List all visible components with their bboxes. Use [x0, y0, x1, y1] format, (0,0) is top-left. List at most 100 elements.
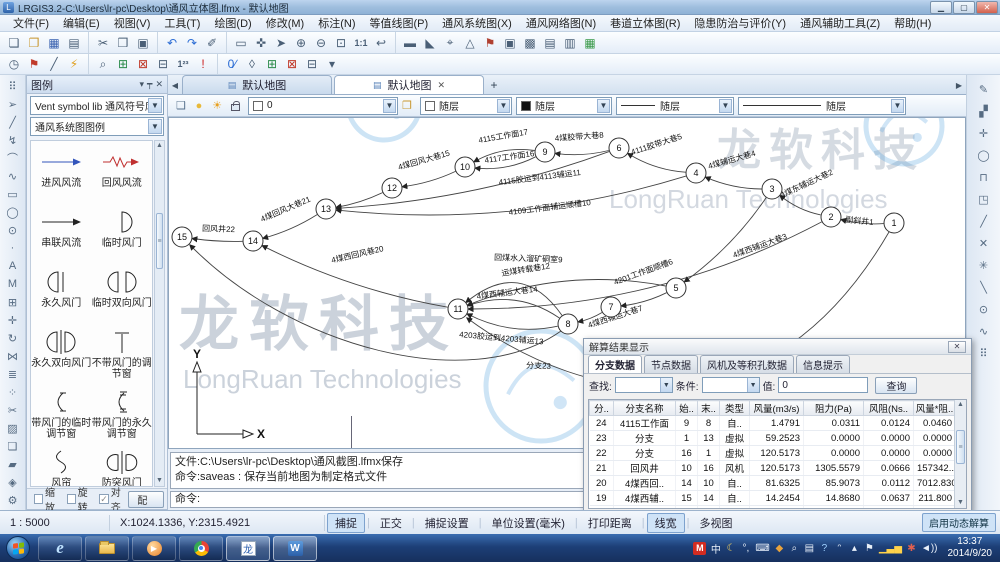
junction-node-10[interactable]: 10	[455, 157, 475, 177]
print-icon[interactable]: ▤	[65, 34, 83, 52]
table-row[interactable]: 244115工作面98自..1.47910.03110.01240.0460	[590, 416, 956, 431]
taskbar-app-word[interactable]: W	[273, 536, 317, 561]
null-slash-icon[interactable]: 0∕	[223, 55, 241, 73]
junction-node-14[interactable]: 14	[243, 231, 263, 251]
taskbar-app-lrgis[interactable]: 龙	[226, 536, 270, 561]
snap-tool-icon[interactable]: ◈	[3, 473, 23, 491]
color-select[interactable]: 随层 ▼	[420, 97, 512, 115]
paste-icon[interactable]: ▣	[134, 34, 152, 52]
chevron-down-icon[interactable]: ▼	[597, 99, 610, 113]
legend-category-select[interactable]: 通风系统图图例 ▼	[30, 117, 164, 136]
chevron-down-icon[interactable]: ▼	[719, 99, 732, 113]
taskbar-app-chrome[interactable]	[179, 536, 223, 561]
legend-scrollbar[interactable]: ▲ ≡ ▼	[154, 140, 165, 487]
column-header[interactable]: 类型	[720, 401, 750, 416]
taskbar-clock[interactable]: 13:37 2014/9/20	[944, 536, 1000, 560]
results-dialog-titlebar[interactable]: 解算结果显示 ✕	[584, 339, 971, 355]
circle-draw-tool-icon[interactable]: ◯	[974, 144, 994, 166]
ellipse-tool-icon[interactable]: ⊙	[3, 221, 23, 239]
zoom-out-icon[interactable]: ⊖	[312, 34, 330, 52]
break-tool-icon[interactable]: ✕	[974, 232, 994, 254]
dialog-tab-1[interactable]: 分支数据	[588, 355, 642, 373]
config-button[interactable]: 配置	[128, 491, 164, 508]
tray-punct-icon[interactable]: °,	[740, 543, 751, 554]
column-header[interactable]: 风量(m3/s)	[750, 401, 804, 416]
condition-select[interactable]: ▼	[702, 377, 760, 393]
chevron-down-icon[interactable]: ▼	[383, 99, 396, 113]
menu-item-3[interactable]: 视图(V)	[107, 14, 158, 32]
pointer-icon[interactable]: ➤	[272, 34, 290, 52]
results-scrollbar[interactable]: ▲ ≡ ▼	[954, 400, 966, 508]
menu-item-7[interactable]: 标注(N)	[311, 14, 362, 32]
query-button[interactable]: 查询	[875, 377, 917, 394]
config-tool-icon[interactable]: ⚙	[3, 491, 23, 509]
symbol-library-select[interactable]: Vent symbol lib 通风符号库 ▼	[30, 96, 164, 115]
menu-item-4[interactable]: 工具(T)	[157, 14, 207, 32]
select-subtract-icon[interactable]: ⊠	[134, 55, 152, 73]
cut-icon[interactable]: ✂	[94, 34, 112, 52]
dialog-close-icon[interactable]: ✕	[948, 341, 966, 353]
start-button[interactable]	[6, 536, 30, 560]
region-subtract-icon[interactable]: ⊠	[283, 55, 301, 73]
arc-tool-icon[interactable]: ⌒	[3, 149, 23, 167]
redo-icon[interactable]: ↷	[183, 34, 201, 52]
scroll-up-icon[interactable]: ▲	[155, 141, 164, 151]
bring-to-front-icon[interactable]: ▣	[501, 34, 519, 52]
pointer-tool-icon[interactable]: ➢	[3, 95, 23, 113]
junction-node-2[interactable]: 2	[821, 207, 841, 227]
menu-item-1[interactable]: 文件(F)	[6, 14, 56, 32]
legend-item-temp-regulator[interactable]: 带风门的临时调节窗	[31, 385, 92, 445]
text-a-tool-icon[interactable]: A	[3, 257, 23, 275]
line-draw-tool-icon[interactable]: ╱	[974, 210, 994, 232]
scroll-thumb[interactable]: ≡	[156, 213, 163, 269]
new-icon[interactable]: ❏	[5, 34, 23, 52]
legend-item-temp-door[interactable]: 临时风门	[92, 205, 153, 265]
array-tool-icon[interactable]: ⁘	[3, 383, 23, 401]
curve-tool-icon[interactable]: ∿	[3, 167, 23, 185]
chevron-down-icon[interactable]: ▼	[148, 98, 162, 113]
taskbar-app-wmp[interactable]: ▶	[132, 536, 176, 561]
paint-tool-icon[interactable]: ▰	[3, 455, 23, 473]
junction-node-7[interactable]: 7	[601, 297, 621, 317]
column-header[interactable]: 分支名称	[614, 401, 676, 416]
dots-tool-icon[interactable]: ⠿	[974, 342, 994, 364]
dialog-tab-4[interactable]: 信息提示	[796, 355, 850, 373]
junction-node-8[interactable]: 8	[558, 314, 578, 334]
offset-tool-icon[interactable]: ≣	[3, 365, 23, 383]
legend-item-inlet-airflow[interactable]: 进风风流	[31, 145, 92, 205]
tray-show-hidden-icon[interactable]: ▴	[849, 543, 860, 554]
save-icon[interactable]: ▦	[45, 34, 63, 52]
tab-scroll-left-icon[interactable]: ◀	[168, 78, 182, 94]
grid-tool-icon[interactable]: ⊞	[3, 293, 23, 311]
panel-close-icon[interactable]: ✕	[155, 79, 163, 90]
panel-menu-icon[interactable]: ▾	[140, 79, 145, 90]
send-to-back-icon[interactable]: ▩	[521, 34, 539, 52]
copy-icon[interactable]: ❒	[114, 34, 132, 52]
tray-chinese-input-icon[interactable]: 中	[710, 541, 721, 556]
spline-tool-icon[interactable]: ╲	[974, 276, 994, 298]
zoom-1to1-icon[interactable]: 1:1	[352, 34, 370, 52]
menu-item-13[interactable]: 通风辅助工具(Z)	[793, 14, 887, 32]
tab-close-icon[interactable]: ✕	[437, 80, 445, 91]
tray-action-flag-icon[interactable]: ⚑	[864, 543, 875, 554]
junction-node-11[interactable]: 11	[448, 299, 468, 319]
region-fence-icon[interactable]: ⊟	[303, 55, 321, 73]
junction-node-1[interactable]: 1	[884, 213, 904, 233]
tray-help-blue-icon[interactable]: ?	[819, 543, 830, 554]
menu-item-10[interactable]: 通风网络图(N)	[519, 14, 603, 32]
legend-item-return-airflow[interactable]: 回风风流	[92, 145, 153, 205]
legend-item-perm-regulator[interactable]: 带风门的永久调节窗	[92, 385, 153, 445]
zoom-window-icon[interactable]: ⊡	[332, 34, 350, 52]
find-select[interactable]: ▼	[615, 377, 673, 393]
move-tool-icon[interactable]: ✛	[3, 311, 23, 329]
status-toggle-5[interactable]: 打印距离	[580, 513, 640, 533]
menu-item-8[interactable]: 等值线图(P)	[363, 14, 436, 32]
zoom-object-icon[interactable]: ⌕	[94, 55, 112, 73]
layers-tool-icon[interactable]: ❏	[3, 437, 23, 455]
new-tab-button[interactable]: +	[486, 78, 502, 94]
mirror-tool-icon[interactable]: ⋈	[3, 347, 23, 365]
tab-map-2[interactable]: ▤默认地图✕	[334, 75, 484, 94]
menu-item-11[interactable]: 巷道立体图(R)	[603, 14, 687, 32]
corner-tool-icon[interactable]: ◳	[974, 188, 994, 210]
circle-tool-icon[interactable]: ◯	[3, 203, 23, 221]
